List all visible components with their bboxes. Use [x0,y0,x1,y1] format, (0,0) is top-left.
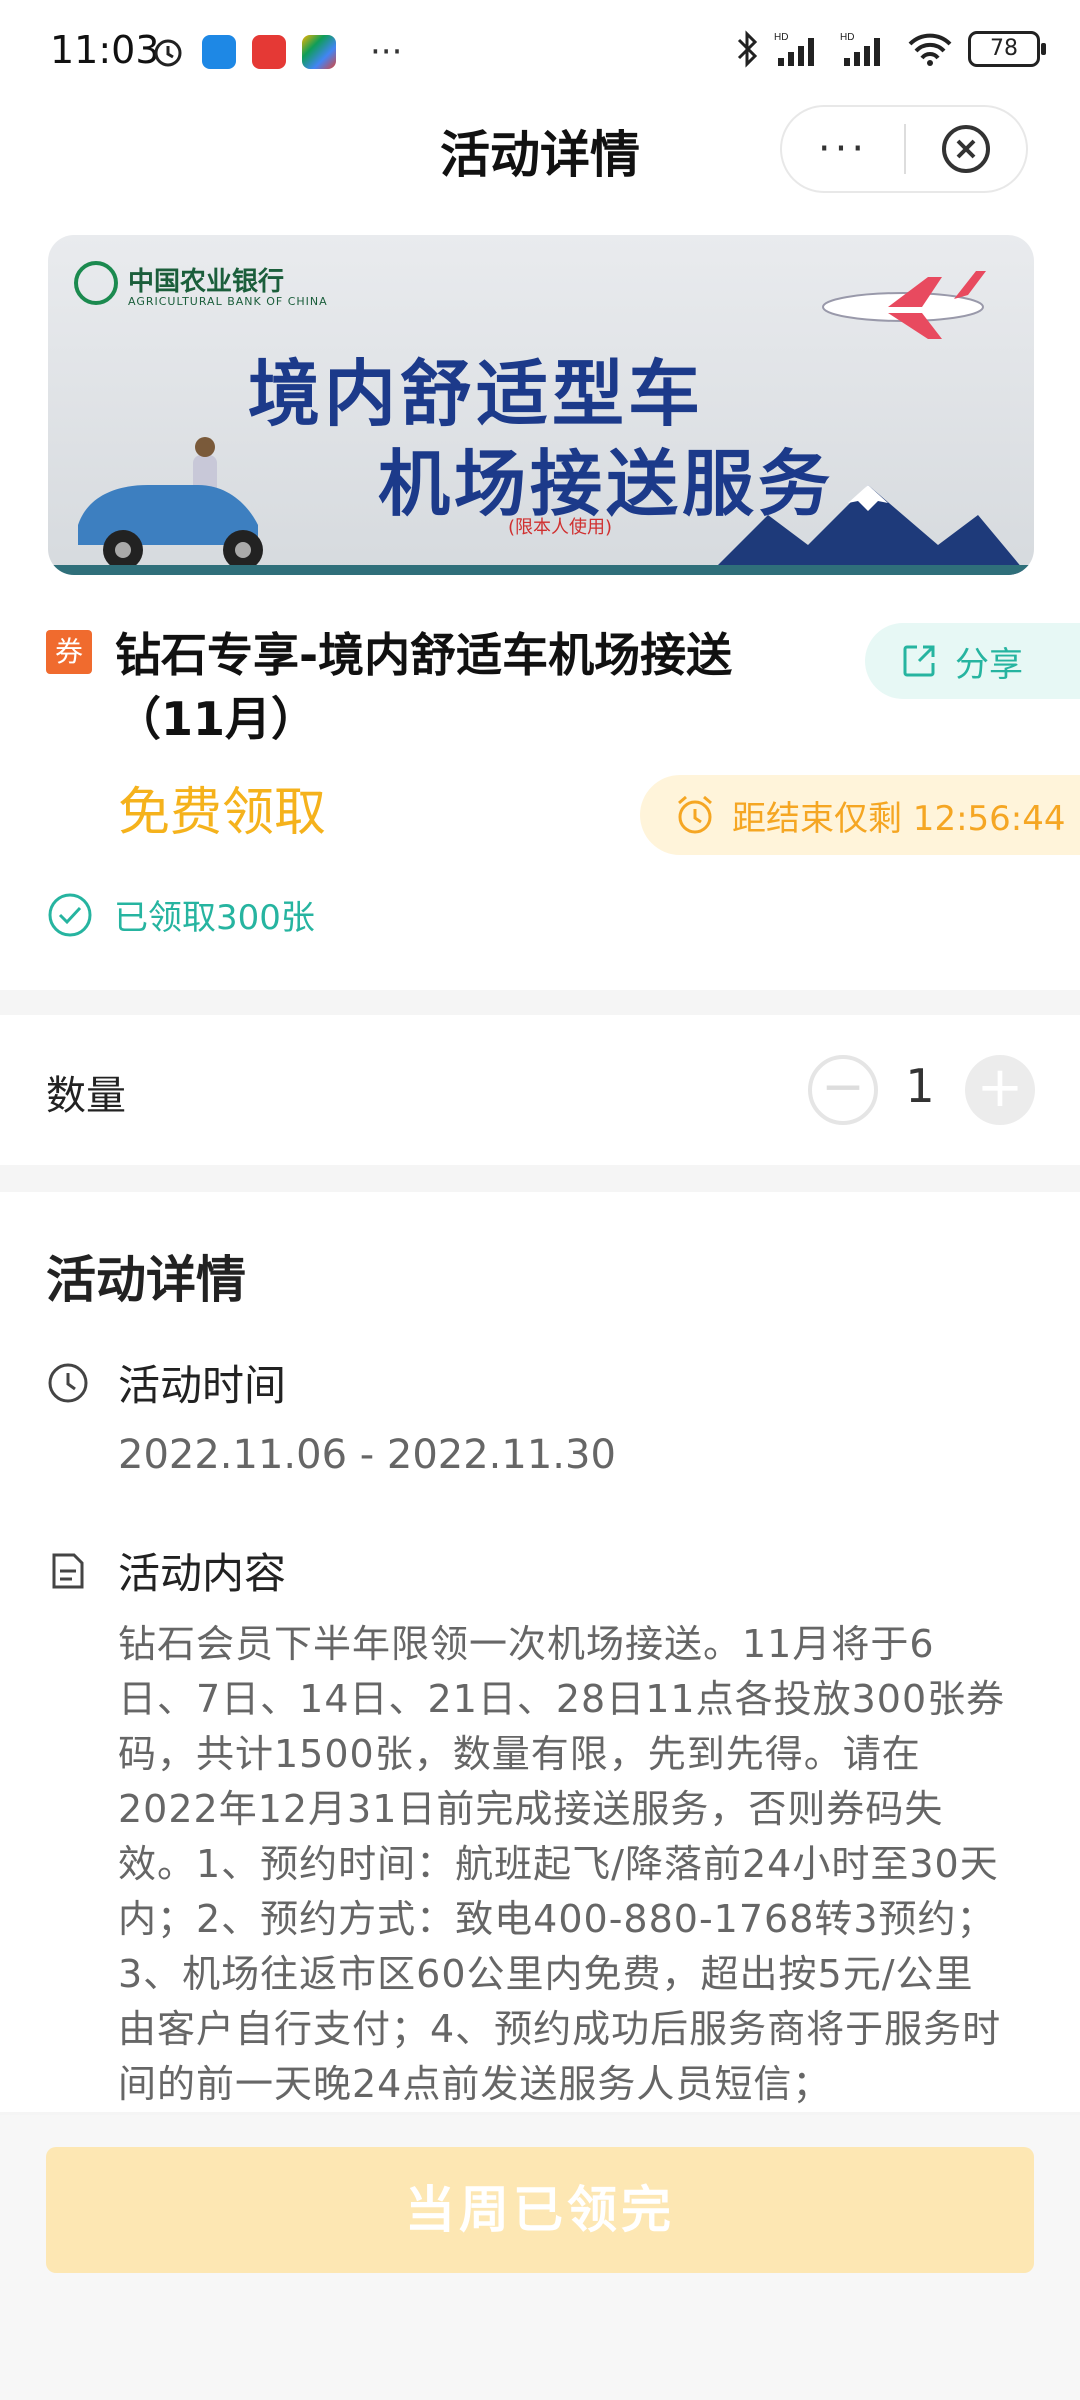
app-icon [252,35,286,69]
countdown-badge: 距结束仅剩 12:56:44 [640,775,1080,855]
product-card: 中国农业银行 AGRICULTURAL BANK OF CHINA 境内舒适型车… [0,235,1080,990]
status-overflow: ··· [370,32,403,72]
share-label: 分享 [955,644,1023,685]
car-illustration [78,437,263,570]
activity-content-header: 活动内容 [46,1540,286,1601]
activity-content-label: 活动内容 [118,1549,287,1598]
signal-icon: HD [774,32,814,66]
activity-time-header: 活动时间 [46,1352,286,1413]
coupon-tag: 券 [46,630,92,674]
bank-name-en: AGRICULTURAL BANK OF CHINA [128,295,328,308]
battery-icon: 78 [968,31,1046,67]
promo-banner: 中国农业银行 AGRICULTURAL BANK OF CHINA 境内舒适型车… [48,235,1034,575]
quantity-increase-button[interactable]: + [965,1055,1035,1125]
status-time: 11:03 [50,28,160,72]
claim-button[interactable]: 当周已领完 [46,2147,1034,2273]
quantity-decrease-button[interactable]: − [808,1055,878,1125]
claimed-status: 已领取300张 [46,890,315,939]
miniapp-capsule: ··· [780,105,1028,193]
activity-content-text: 钻石会员下半年限领一次机场接送。11月将于6日、7日、14日、21日、28日11… [118,1622,1006,2106]
share-button[interactable]: 分享 [865,623,1080,699]
bluetooth-icon [737,30,758,68]
svg-text:HD: HD [840,32,854,43]
bank-logo-icon [74,261,118,305]
app-icon [202,35,236,69]
alarm-icon [154,39,182,67]
banner-note: (限本人使用) [508,517,613,538]
wifi-icon [908,33,952,66]
nav-bar: 活动详情 ··· [0,105,1080,235]
close-icon [941,125,990,173]
svg-text:HD: HD [774,32,788,43]
quantity-value: 1 [905,1059,935,1113]
share-icon [903,645,935,677]
airplane-icon [822,271,986,339]
document-icon [52,1553,84,1588]
bottom-action-bar: 当周已领完 [0,2115,1080,2400]
status-bar: 11:03 ··· HD HD 78 [0,0,1080,105]
clock-icon [48,1363,88,1402]
check-circle-icon [48,893,92,936]
activity-time-label: 活动时间 [118,1361,287,1410]
bank-name: 中国农业银行 [128,267,285,297]
banner-ground [48,565,1034,575]
signal-icon: HD [840,32,880,66]
price-label: 免费领取 [118,783,327,843]
close-button[interactable] [906,122,1026,176]
activity-details: 活动详情 活动时间 2022.11.06 - 2022.11.30 活动内容 钻… [0,1192,1080,2112]
status-system-icons: HD HD 78 [734,30,1046,68]
quantity-label: 数量 [46,1073,126,1119]
alarm-clock-icon [678,795,712,834]
app-icon [302,35,336,69]
claimed-count: 已领取300张 [114,898,315,938]
more-button[interactable]: ··· [782,126,904,172]
quantity-row: 数量 − 1 + [0,1015,1080,1165]
activity-time-value: 2022.11.06 - 2022.11.30 [118,1432,616,1478]
countdown-text: 距结束仅剩 12:56:44 [732,798,1066,839]
status-notification-icons: ··· [150,34,402,70]
product-title: 钻石专享-境内舒适车机场接送（11月） [115,628,733,746]
mountains-illustration [708,485,1028,575]
details-heading: 活动详情 [46,1251,246,1309]
